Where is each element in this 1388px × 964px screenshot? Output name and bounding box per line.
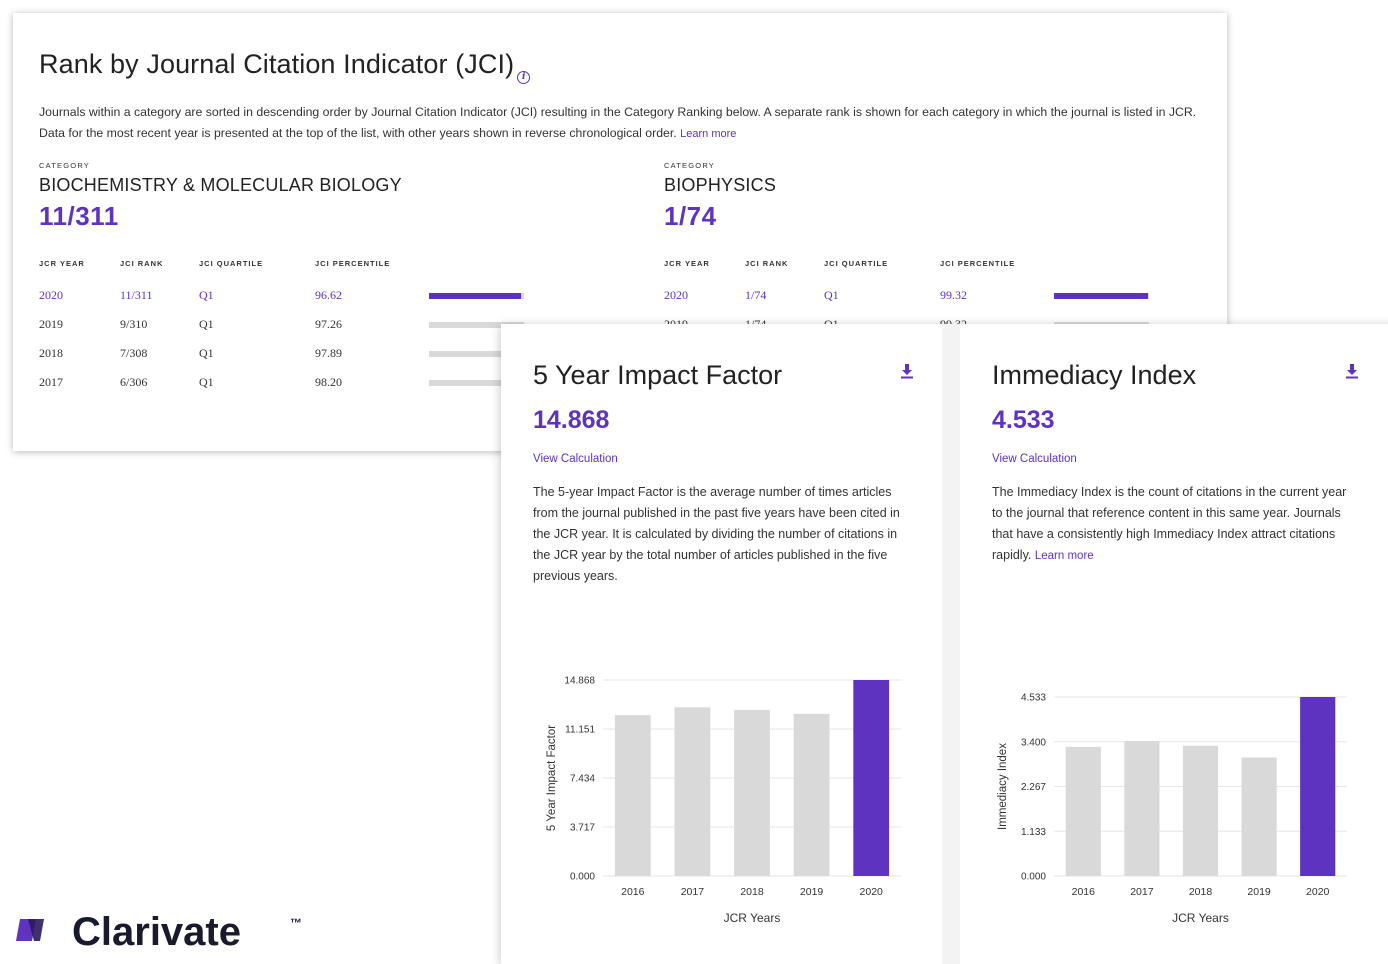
- bar: [1182, 745, 1219, 876]
- cell-rank: 7/308: [120, 346, 148, 360]
- x-axis-label: JCR Years: [724, 911, 781, 925]
- cell-rank: 11/311: [120, 288, 153, 302]
- five-year-impact-factor-card: 5 Year Impact Factor 14.868 View Calcula…: [501, 324, 942, 964]
- logo-trademark: ™: [290, 916, 302, 930]
- immediacy-index-card: Immediacy Index 4.533 View Calculation T…: [960, 324, 1388, 964]
- x-tick-label: 2016: [1072, 886, 1096, 898]
- col-jci-quartile: JCI QUARTILE: [199, 259, 264, 268]
- jci-rank-table: JCR YEAR JCI RANK JCI QUARTILE JCI PERCE…: [39, 259, 529, 397]
- table-row: 2018 7/308 Q1 97.89: [39, 339, 529, 368]
- x-tick-label: 2019: [800, 886, 824, 898]
- table-row: 2017 6/306 Q1 98.20: [39, 368, 529, 397]
- col-jci-rank: JCI RANK: [745, 259, 789, 268]
- bar: [734, 709, 770, 876]
- cell-percentile: 99.32: [940, 288, 967, 302]
- y-tick-label: 7.434: [570, 774, 595, 785]
- cell-percentile: 98.20: [315, 375, 342, 389]
- y-tick-label: 4.533: [1021, 693, 1046, 704]
- percentile-bar-fill: [429, 292, 521, 299]
- bar: [1124, 740, 1160, 876]
- percentile-bar-fill: [1054, 292, 1149, 299]
- col-jcr-year: JCR YEAR: [664, 259, 710, 268]
- col-jci-percentile: JCI PERCENTILE: [940, 259, 1016, 268]
- category-block-biochemistry: CATEGORY BIOCHEMISTRY & MOLECULAR BIOLOG…: [39, 161, 402, 232]
- col-percentile-bar: [429, 259, 529, 281]
- jci-learn-more-link[interactable]: Learn more: [680, 128, 736, 140]
- bar: [674, 707, 711, 876]
- category-kicker: CATEGORY: [39, 161, 90, 170]
- x-tick-label: 2016: [621, 886, 645, 898]
- y-tick-label: 3.400: [1021, 737, 1046, 748]
- x-tick-label: 2020: [1306, 886, 1330, 898]
- category-kicker: CATEGORY: [664, 161, 715, 170]
- cell-year: 2018: [39, 346, 63, 360]
- x-tick-label: 2019: [1247, 886, 1271, 898]
- bar: [614, 715, 651, 876]
- x-tick-label: 2017: [1130, 886, 1154, 898]
- col-jcr-year: JCR YEAR: [39, 259, 85, 268]
- y-axis-label: 5 Year Impact Factor: [546, 725, 558, 831]
- table-header-row: JCR YEAR JCI RANK JCI QUARTILE JCI PERCE…: [39, 259, 529, 281]
- x-tick-label: 2020: [860, 886, 884, 898]
- metrics-panel: 5 Year Impact Factor 14.868 View Calcula…: [501, 324, 1388, 964]
- logo-wordmark: Clarivate: [72, 911, 241, 951]
- y-tick-label: 3.717: [570, 823, 595, 834]
- cell-percentile: 96.62: [315, 288, 342, 302]
- y-axis-label: Immediacy Index: [997, 743, 1009, 830]
- category-rank: 1/74: [664, 201, 717, 231]
- jci-title-text: Rank by Journal Citation Indicator (JCI): [39, 49, 515, 79]
- col-percentile-bar: [1054, 259, 1154, 281]
- y-tick-label: 2.267: [1021, 782, 1046, 793]
- percentile-bar: [429, 292, 524, 299]
- bar: [1241, 757, 1277, 876]
- cell-quartile: Q1: [199, 317, 214, 331]
- col-jci-quartile: JCI QUARTILE: [824, 259, 889, 268]
- cell-quartile: Q1: [824, 288, 839, 302]
- table-header-row: JCR YEAR JCI RANK JCI QUARTILE JCI PERCE…: [664, 259, 1154, 281]
- cell-year[interactable]: 2020: [664, 281, 745, 310]
- info-icon[interactable]: i: [517, 71, 531, 84]
- cell-percentile: 97.26: [315, 317, 342, 331]
- x-tick-label: 2017: [681, 886, 705, 898]
- cell-rank: 6/306: [120, 375, 148, 389]
- percentile-bar: [1054, 292, 1149, 299]
- bar: [853, 680, 890, 876]
- table-row: 2020 1/74 Q1 99.32: [664, 281, 1154, 310]
- y-tick-label: 0.000: [1021, 872, 1046, 883]
- category-name: BIOCHEMISTRY & MOLECULAR BIOLOGY: [39, 175, 402, 195]
- jci-description: Journals within a category are sorted in…: [39, 102, 1209, 144]
- five-year-impact-factor-chart: 0.000 3.717 7.434 11.151 14.868 2016 2017 2018 2…: [546, 676, 901, 925]
- cell-quartile: Q1: [199, 346, 214, 360]
- y-tick-label: 14.868: [564, 676, 595, 687]
- cell-percentile: 97.89: [315, 346, 342, 360]
- cell-quartile: Q1: [199, 288, 214, 302]
- bar: [793, 713, 830, 876]
- cell-rank: 1/74: [745, 288, 767, 302]
- cell-year: 2019: [39, 317, 63, 331]
- y-tick-label: 1.133: [1021, 827, 1046, 838]
- jci-description-text: Journals within a category are sorted in…: [39, 105, 1197, 140]
- y-tick-label: 0.000: [570, 872, 595, 883]
- x-axis-label: JCR Years: [1172, 911, 1229, 925]
- cell-quartile: Q1: [199, 375, 214, 389]
- category-block-biophysics: CATEGORY BIOPHYSICS 1/74: [664, 161, 776, 232]
- cell-rank: 9/310: [120, 317, 148, 331]
- col-jci-rank: JCI RANK: [120, 259, 164, 268]
- col-jci-percentile: JCI PERCENTILE: [315, 259, 391, 268]
- jci-title: Rank by Journal Citation Indicator (JCI)…: [39, 49, 531, 84]
- clarivate-logo-icon: Clarivate ™: [16, 911, 302, 951]
- category-name: BIOPHYSICS: [664, 175, 777, 195]
- table-row: 2020 11/311 Q1 96.62: [39, 281, 529, 310]
- x-tick-label: 2018: [740, 886, 764, 898]
- table-row: 2019 9/310 Q1 97.26: [39, 310, 529, 339]
- bar: [1065, 746, 1101, 876]
- y-tick-label: 11.151: [565, 725, 595, 736]
- category-rank: 11/311: [39, 201, 119, 231]
- bar: [1300, 697, 1336, 876]
- cell-year[interactable]: 2020: [39, 281, 120, 310]
- x-tick-label: 2018: [1189, 886, 1213, 898]
- cell-year: 2017: [39, 375, 63, 389]
- immediacy-index-chart: 0.000 1.133 2.267 3.400 4.533 2016 2017 2018 201…: [997, 693, 1347, 925]
